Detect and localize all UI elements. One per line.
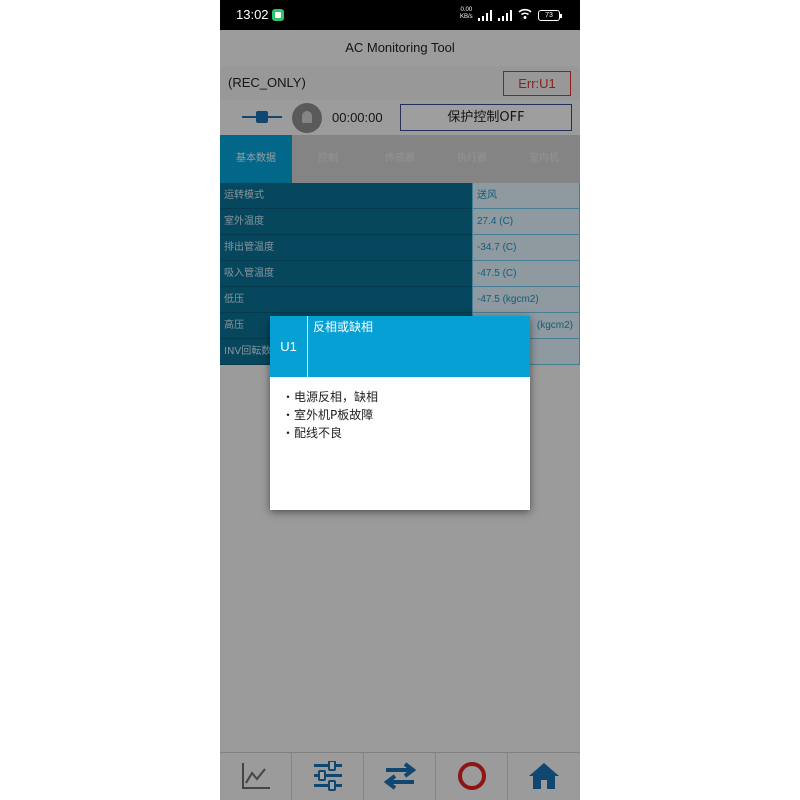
- security-shield-icon: [272, 9, 284, 21]
- signal-icon-2: [498, 10, 514, 21]
- status-time: 13:02: [236, 7, 269, 22]
- cause-item: ・配线不良: [282, 426, 343, 440]
- dialog-title: 反相或缺相: [313, 320, 374, 334]
- cause-item: ・室外机P板故障: [282, 408, 374, 422]
- dialog-header: U1 反相或缺相: [270, 316, 530, 377]
- error-code: U1: [270, 316, 308, 377]
- signal-icon: [478, 10, 494, 21]
- status-bar: 13:02 0.00 KB/s 73: [220, 0, 580, 30]
- network-speed: 0.00 KB/s: [460, 7, 473, 20]
- battery-icon: 73: [538, 10, 562, 21]
- dialog-body: ・电源反相，缺相 ・室外机P板故障 ・配线不良: [282, 388, 522, 442]
- cause-item: ・电源反相，缺相: [282, 390, 379, 404]
- wifi-icon: [518, 8, 532, 23]
- error-dialog: U1 反相或缺相 ・电源反相，缺相 ・室外机P板故障 ・配线不良: [270, 316, 530, 510]
- phone-screen: 13:02 0.00 KB/s 73 AC Monitoring Tool (R…: [220, 0, 580, 800]
